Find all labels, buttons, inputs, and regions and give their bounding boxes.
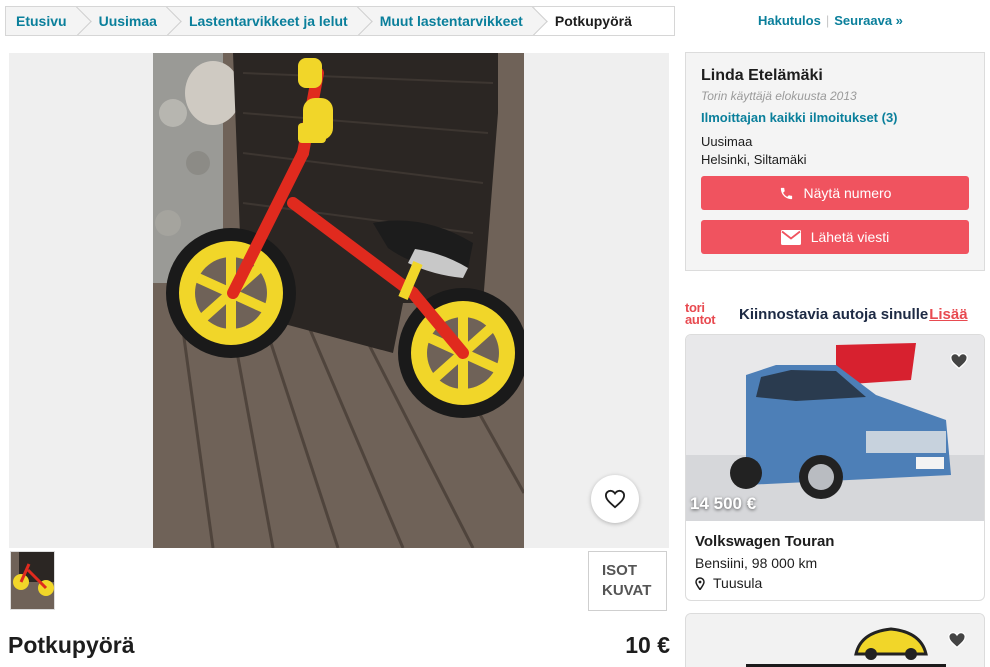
seller-location: Uusimaa Helsinki, Siltamäki [701, 133, 969, 169]
main-photo[interactable] [153, 53, 524, 548]
tori-autot-logo[interactable]: tori autot [685, 301, 729, 326]
envelope-icon [780, 229, 801, 245]
car-specs: Bensiini, 98 000 km [695, 555, 818, 571]
promo-title: Kiinnostavia autoja sinulle [739, 305, 929, 323]
car-name: Volkswagen Touran [695, 533, 835, 550]
heart-outline-icon [604, 489, 626, 509]
photo-thumbnail[interactable] [10, 551, 55, 610]
divider: | [825, 13, 830, 28]
car-location-label: Tuusula [713, 575, 763, 591]
show-number-label: Näytä numero [803, 185, 892, 201]
seller-name: Linda Etelämäki [701, 67, 823, 84]
image-gallery [9, 53, 669, 548]
favorite-button[interactable] [591, 475, 639, 523]
send-message-label: Lähetä viesti [810, 229, 890, 245]
breadcrumb-item-etusivu[interactable]: Etusivu [6, 7, 79, 35]
breadcrumb-item-lastentarvikkeet[interactable]: Lastentarvikkeet ja lelut [168, 7, 360, 35]
listing-title: Potkupyörä [8, 632, 135, 658]
location-pin-icon [695, 576, 705, 590]
car-favorite-button[interactable] [949, 352, 969, 375]
seller-all-listings-link[interactable]: Ilmoittajan kaikki ilmoitukset (3) [701, 110, 969, 125]
result-navigation: Hakutulos | Seuraava » [758, 13, 903, 28]
fullsize-images-button[interactable]: ISOT KUVAT [588, 551, 667, 611]
breadcrumb-item-muut[interactable]: Muut lastentarvikkeet [359, 7, 535, 35]
car-card[interactable] [685, 613, 985, 667]
breadcrumb-current: Potkupyörä [534, 7, 674, 35]
listing-price: 10 € [625, 632, 670, 658]
car-card[interactable]: 14 500 € Volkswagen Touran Bensiini, 98 … [685, 334, 985, 601]
car-price: 14 500 € [690, 494, 757, 513]
breadcrumb: Etusivu Uusimaa Lastentarvikkeet ja lelu… [5, 6, 675, 36]
heart-icon [948, 632, 966, 649]
seller-box: Linda Etelämäki Torin käyttäjä elokuusta… [685, 52, 985, 271]
seller-region: Uusimaa [701, 134, 753, 149]
car-location: Tuusula [695, 575, 762, 591]
seller-since: Torin käyttäjä elokuusta 2013 [701, 89, 857, 103]
car-image: 14 500 € [686, 335, 984, 521]
heart-icon [950, 353, 968, 370]
phone-icon [780, 187, 792, 199]
car-favorite-button[interactable] [947, 631, 967, 654]
results-link[interactable]: Hakutulos [758, 13, 821, 28]
car-promo-header: tori autot Kiinnostavia autoja sinulle L… [685, 301, 985, 327]
next-link[interactable]: Seuraava » [834, 13, 903, 28]
fullsize-label-line2: KUVAT [602, 582, 652, 599]
send-message-button[interactable]: Lähetä viesti [701, 220, 969, 254]
show-number-button[interactable]: Näytä numero [701, 176, 969, 210]
seller-city: Helsinki, Siltamäki [701, 152, 807, 167]
fullsize-label-line1: ISOT [602, 562, 638, 579]
promo-more-link[interactable]: Lisää [929, 306, 967, 323]
